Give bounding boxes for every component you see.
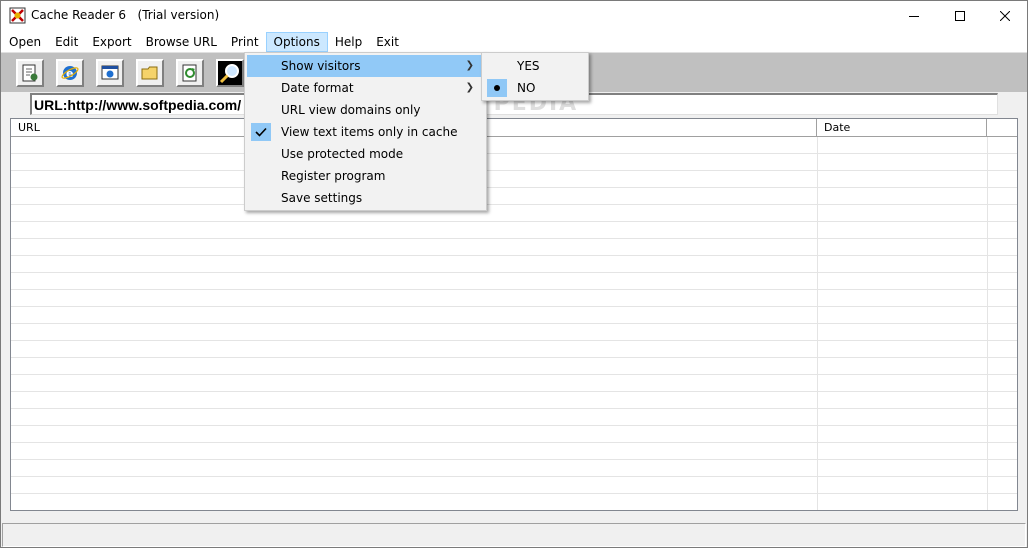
list-rows — [11, 137, 1017, 510]
browse-url-icon — [101, 65, 119, 80]
menu-browse-url[interactable]: Browse URL — [139, 32, 224, 52]
list-header: URL Date — [11, 119, 1017, 137]
submenu-item-label: NO — [517, 81, 536, 95]
menu-edit[interactable]: Edit — [48, 32, 85, 52]
title-bar[interactable]: Cache Reader 6 (Trial version) — [1, 1, 1027, 31]
cache-list[interactable]: URL Date — [10, 118, 1018, 511]
menu-item-label: Date format — [281, 81, 354, 95]
maximize-button[interactable] — [937, 1, 983, 31]
menu-exit[interactable]: Exit — [369, 32, 406, 52]
submenu-item-yes[interactable]: YES — [484, 55, 586, 77]
internet-explorer-button[interactable]: e — [56, 59, 84, 87]
window-subtitle: (Trial version) — [137, 8, 220, 22]
menu-item-view-text-items[interactable]: View text items only in cache — [247, 121, 484, 143]
menu-item-register-program[interactable]: Register program — [247, 165, 484, 187]
menu-open[interactable]: Open — [2, 32, 48, 52]
menu-options[interactable]: Options — [265, 31, 328, 52]
submenu-item-no[interactable]: NO — [484, 77, 586, 99]
browse-url-button[interactable] — [96, 59, 124, 87]
menu-help[interactable]: Help — [328, 32, 369, 52]
status-bar — [2, 523, 1026, 547]
menu-item-date-format[interactable]: Date format ❯ — [247, 77, 484, 99]
checkmark-icon — [251, 123, 271, 141]
menu-item-label: Register program — [281, 169, 386, 183]
menu-item-label: Show visitors — [281, 59, 361, 73]
maximize-icon — [955, 11, 965, 21]
open-cache-icon — [22, 64, 38, 82]
close-button[interactable] — [982, 1, 1028, 31]
menu-item-label: View text items only in cache — [281, 125, 458, 139]
menu-item-show-visitors[interactable]: Show visitors ❯ — [247, 55, 484, 77]
menu-export[interactable]: Export — [85, 32, 138, 52]
chevron-right-icon: ❯ — [465, 60, 474, 71]
open-cache-button[interactable] — [16, 59, 44, 87]
menu-item-label: Use protected mode — [281, 147, 404, 161]
radio-bullet-icon — [487, 79, 507, 97]
app-window: Cache Reader 6 (Trial version) Open Edit… — [0, 0, 1028, 548]
menu-item-save-settings[interactable]: Save settings — [247, 187, 484, 209]
internet-explorer-icon: e — [61, 66, 79, 80]
menu-item-use-protected-mode[interactable]: Use protected mode — [247, 143, 484, 165]
menu-print[interactable]: Print — [224, 32, 266, 52]
menu-item-label: Save settings — [281, 191, 363, 205]
search-icon — [219, 64, 239, 84]
minimize-icon — [909, 16, 919, 17]
folder-icon — [141, 66, 158, 80]
minimize-button[interactable] — [891, 1, 937, 31]
search-button[interactable] — [216, 59, 244, 87]
window-title-text: Cache Reader 6 — [31, 8, 127, 22]
app-logo-icon — [9, 7, 26, 24]
close-icon — [1000, 11, 1010, 21]
menu-bar: Open Edit Export Browse URL Print Option… — [1, 31, 1027, 52]
chevron-right-icon: ❯ — [465, 82, 474, 93]
show-visitors-submenu: YES NO — [481, 52, 589, 101]
menu-item-label: URL view domains only — [281, 103, 421, 117]
options-dropdown-menu: Show visitors ❯ Date format ❯ URL view d… — [244, 52, 487, 211]
menu-item-url-view-domains[interactable]: URL view domains only — [247, 99, 484, 121]
column-separator — [987, 137, 988, 510]
submenu-item-label: YES — [517, 59, 540, 73]
refresh-icon — [182, 64, 197, 82]
window-title: Cache Reader 6 (Trial version) — [31, 8, 219, 22]
column-header-date[interactable]: Date — [817, 119, 987, 136]
refresh-button[interactable] — [176, 59, 204, 87]
folder-button[interactable] — [136, 59, 164, 87]
column-separator — [817, 137, 818, 510]
